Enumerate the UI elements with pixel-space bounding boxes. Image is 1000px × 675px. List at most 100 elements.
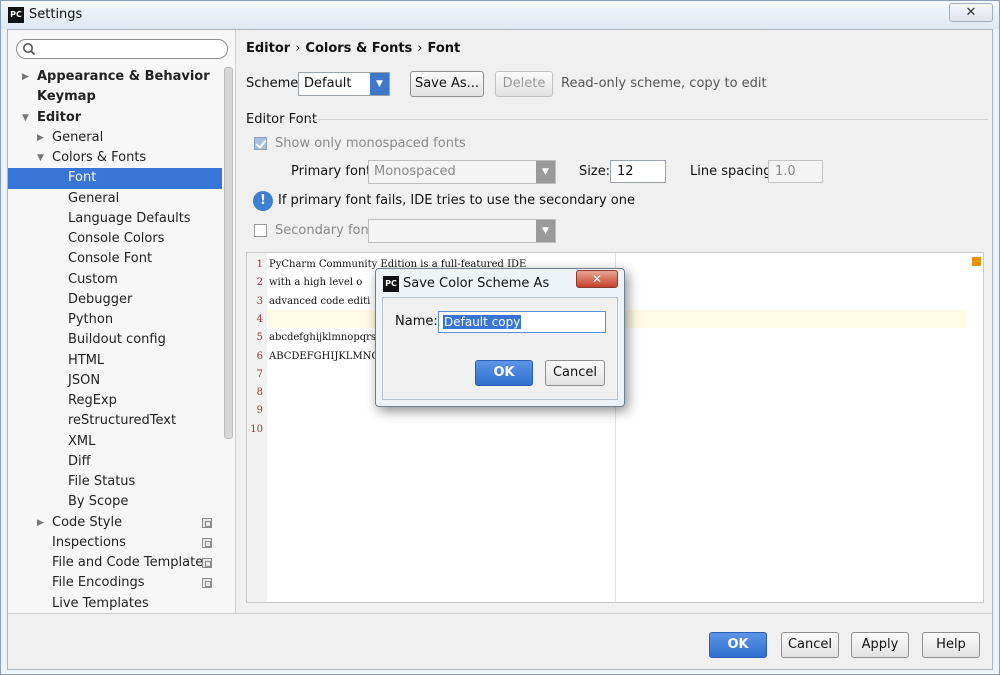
font-size-input[interactable]: 12: [610, 160, 666, 183]
sidebar-item-label: Python: [68, 312, 114, 327]
dialog-title-bar: PC Save Color Scheme As ✕: [376, 269, 624, 297]
sidebar-item-file-code-templates[interactable]: File and Code Templates: [8, 553, 222, 573]
preview-line: 7: [247, 366, 269, 384]
sidebar-item-label: Diff: [68, 453, 91, 469]
sidebar-item-debugger[interactable]: Debugger: [8, 290, 222, 310]
sidebar-item-label: Inspections: [52, 534, 126, 550]
pycharm-app-icon: PC: [8, 7, 24, 23]
sidebar-item-by-scope[interactable]: By Scope: [8, 492, 222, 512]
settings-search-input[interactable]: [16, 39, 228, 59]
sidebar-item-label: Console Colors: [68, 231, 165, 246]
sidebar-item-keymap[interactable]: Keymap: [8, 87, 222, 107]
sidebar-item-diff[interactable]: Diff: [8, 452, 222, 472]
line-number: 3: [256, 295, 263, 307]
dialog-title: Save Color Scheme As: [403, 276, 550, 291]
sidebar-item-label: reStructuredText: [68, 413, 177, 429]
secondary-font-checkbox[interactable]: [254, 224, 267, 237]
project-copy-icon: [202, 537, 212, 548]
expand-right-icon[interactable]: ▶: [37, 128, 47, 148]
line-spacing-input[interactable]: 1.0: [768, 160, 823, 183]
delete-button[interactable]: Delete: [495, 71, 553, 97]
show-monospaced-label: Show only monospaced fonts: [275, 136, 466, 151]
sidebar-item-code-style[interactable]: ▶ Code Style: [8, 513, 222, 533]
sidebar-item-label: Colors & Fonts: [52, 150, 147, 165]
project-copy-icon: [202, 558, 212, 568]
sidebar-item-file-status[interactable]: File Status: [8, 472, 222, 492]
sidebar-item-label: Appearance & Behavior: [37, 69, 210, 84]
save-color-scheme-dialog: PC Save Color Scheme As ✕ Name: Default …: [375, 268, 625, 407]
line-number: 2: [256, 277, 263, 289]
sidebar-item-inspections[interactable]: Inspections: [8, 533, 222, 553]
expand-right-icon[interactable]: ▶: [37, 513, 47, 533]
line-number: 6: [256, 350, 263, 362]
sidebar-item-editor[interactable]: ▼ Editor: [8, 108, 222, 128]
breadcrumb-separator: ›: [417, 41, 423, 56]
sidebar-item-label: Live Templates: [52, 595, 149, 611]
line-number: 9: [256, 405, 263, 417]
sidebar-item-label: Font: [68, 170, 97, 186]
sidebar-item-restructuredtext[interactable]: reStructuredText: [8, 411, 222, 431]
line-number: 1: [256, 259, 263, 270]
save-as-button[interactable]: Save As...: [410, 71, 484, 97]
sidebar-item-python[interactable]: Python: [8, 310, 222, 330]
settings-sidebar: ▶ Appearance & Behavior Keymap ▼ Editor ▶ Gene…: [8, 30, 236, 613]
secondary-font-select[interactable]: ▼: [368, 219, 556, 243]
sidebar-item-json[interactable]: JSON: [8, 371, 222, 391]
pycharm-app-icon: PC: [383, 276, 399, 292]
sidebar-item-console-font[interactable]: Console Font: [8, 249, 222, 269]
sidebar-item-console-colors[interactable]: Console Colors: [8, 229, 222, 249]
scheme-select[interactable]: Default ▼: [298, 72, 390, 96]
line-number: 5: [256, 332, 263, 344]
error-stripe-marker-icon: [972, 257, 981, 266]
primary-font-info-text: If primary font fails, IDE tries to use …: [278, 193, 635, 208]
sidebar-item-label: Buildout config: [68, 332, 166, 348]
ok-button[interactable]: OK: [709, 632, 767, 658]
expand-right-icon[interactable]: ▶: [22, 67, 32, 87]
sidebar-item-custom[interactable]: Custom: [8, 270, 222, 290]
expand-down-icon[interactable]: ▼: [22, 108, 32, 128]
line-spacing-label: Line spacing:: [690, 164, 776, 179]
cancel-button[interactable]: Cancel: [781, 632, 839, 658]
sidebar-item-label: Console Font: [68, 251, 153, 267]
apply-button[interactable]: Apply: [851, 632, 909, 658]
sidebar-scrollbar-thumb[interactable]: [224, 67, 233, 439]
primary-font-select[interactable]: Monospaced ▼: [368, 160, 556, 184]
sidebar-item-label: File and Code Templates: [52, 555, 210, 570]
chevron-down-icon: ▼: [370, 73, 389, 95]
sidebar-item-label: Code Style: [52, 514, 123, 530]
line-number: 8: [256, 387, 263, 399]
breadcrumb: Editor › Colors & Fonts › Font: [246, 41, 460, 56]
preview-line: 4: [247, 311, 269, 329]
preview-line: 2 with a high level o: [247, 274, 363, 292]
dialog-close-button[interactable]: ✕: [576, 270, 618, 288]
sidebar-item-live-templates[interactable]: Live Templates: [8, 594, 222, 614]
sidebar-item-buildout-config[interactable]: Buildout config: [8, 330, 222, 350]
sidebar-item-label: By Scope: [68, 494, 129, 510]
sidebar-item-colors-general[interactable]: General: [8, 189, 222, 209]
scheme-name-label: Name:: [395, 314, 438, 329]
scheme-name-input[interactable]: Default copy: [438, 311, 606, 333]
expand-down-icon[interactable]: ▼: [37, 148, 47, 168]
dialog-ok-button[interactable]: OK: [475, 360, 533, 386]
show-monospaced-checkbox[interactable]: [254, 137, 267, 150]
sidebar-item-file-encodings[interactable]: File Encodings: [8, 573, 222, 593]
sidebar-item-appearance-behavior[interactable]: ▶ Appearance & Behavior: [8, 67, 222, 87]
dialog-cancel-button[interactable]: Cancel: [545, 360, 605, 386]
preview-line: 10: [247, 421, 269, 439]
preview-line-text: abcdefghijklmnopqrs: [269, 332, 377, 344]
sidebar-item-regexp[interactable]: RegExp: [8, 391, 222, 411]
help-button[interactable]: Help: [922, 632, 980, 658]
sidebar-item-colors-fonts[interactable]: ▼ Colors & Fonts: [8, 148, 222, 168]
sidebar-item-language-defaults[interactable]: Language Defaults: [8, 209, 222, 229]
project-copy-icon: [202, 578, 212, 589]
preview-line: 3 advanced code editi: [247, 293, 371, 311]
sidebar-item-general[interactable]: ▶ General: [8, 128, 222, 148]
sidebar-item-xml[interactable]: XML: [8, 432, 222, 452]
sidebar-item-label: Custom: [68, 271, 118, 287]
window-close-button[interactable]: ✕: [949, 3, 993, 22]
sidebar-item-font[interactable]: Font: [8, 168, 222, 189]
breadcrumb-editor: Editor: [246, 41, 291, 56]
primary-font-label: Primary font:: [291, 164, 376, 179]
sidebar-item-html[interactable]: HTML: [8, 351, 222, 371]
sidebar-item-label: HTML: [68, 352, 105, 368]
